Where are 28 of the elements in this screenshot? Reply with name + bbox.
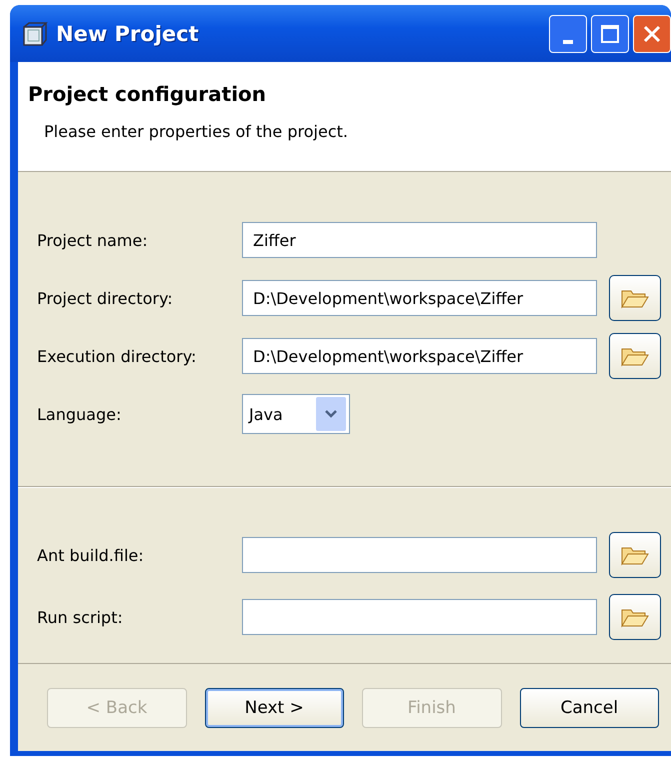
window-cube-icon [22, 20, 48, 46]
browse-button[interactable] [609, 333, 661, 379]
field-label: Run script: [37, 608, 124, 626]
browse-button[interactable] [609, 275, 661, 321]
page-description: Please enter properties of the project. [43, 122, 349, 141]
field-label: Language: [37, 404, 122, 424]
close-button[interactable] [633, 14, 671, 52]
field-label: Execution directory: [37, 346, 198, 366]
dialog-button[interactable]: Cancel [520, 688, 659, 728]
browse-button[interactable] [609, 532, 661, 578]
language-dropdown[interactable]: Java [242, 394, 350, 434]
text-field[interactable]: Ziffer [242, 222, 597, 258]
minimize-button[interactable] [549, 14, 587, 52]
text-field[interactable]: D:\Development\workspace\Ziffer [242, 280, 597, 316]
chevron-down-icon [325, 409, 337, 419]
window-title: New Project [56, 22, 200, 46]
minimize-icon [563, 40, 573, 44]
field-label: Ant build.file: [37, 546, 145, 564]
dialog-button[interactable]: Next > [204, 688, 344, 728]
text-field[interactable]: D:\Development\workspace\Ziffer [242, 338, 597, 374]
field-label: Project directory: [37, 288, 174, 308]
text-field[interactable] [242, 599, 597, 635]
browse-button[interactable] [609, 594, 661, 640]
field-label: Project name: [37, 230, 149, 250]
page-heading: Project configuration [28, 82, 268, 106]
maximize-icon [599, 22, 621, 44]
text-field[interactable] [242, 537, 597, 573]
maximize-button[interactable] [591, 14, 629, 52]
